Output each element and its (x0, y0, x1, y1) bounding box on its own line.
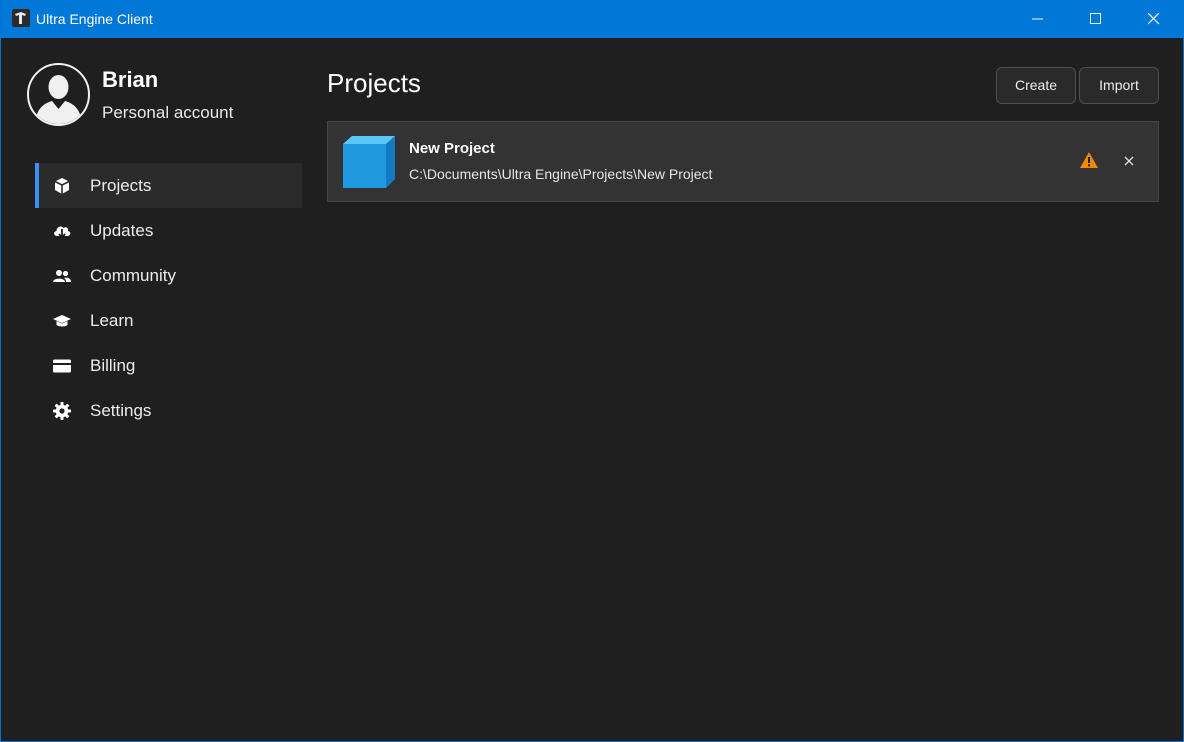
sidebar-item-updates[interactable]: Updates (35, 208, 302, 253)
sidebar-item-label: Billing (90, 356, 136, 375)
sidebar-nav: Projects Updates Community Learn Billing… (35, 163, 302, 433)
title-bar[interactable]: Ultra Engine Client (1, 0, 1184, 38)
sidebar-item-billing[interactable]: Billing (35, 343, 302, 388)
warning-icon[interactable] (1079, 151, 1099, 169)
cube-icon (54, 178, 70, 194)
maximize-button[interactable] (1067, 0, 1125, 38)
sidebar-item-label: Updates (90, 221, 154, 240)
blue-cube-icon (343, 136, 395, 188)
minimize-button[interactable] (1009, 0, 1067, 38)
sidebar-item-learn[interactable]: Learn (35, 298, 302, 343)
people-icon (53, 270, 71, 282)
project-card[interactable]: New Project C:\Documents\Ultra Engine\Pr… (327, 121, 1159, 202)
remove-project-close-icon[interactable] (1120, 152, 1138, 170)
gear-icon (53, 402, 71, 420)
sidebar-item-projects[interactable]: Projects (35, 163, 302, 208)
graduation-cap-icon (53, 315, 71, 327)
app-window: Ultra Engine Client Brian Personal accou… (0, 0, 1184, 742)
sidebar-item-label: Settings (90, 401, 152, 420)
user-name: Brian (102, 67, 159, 92)
maximize-icon (1090, 13, 1101, 24)
window-title: Ultra Engine Client (36, 11, 153, 27)
user-silhouette-icon (35, 75, 82, 124)
close-window-button[interactable] (1125, 0, 1183, 38)
page-title: Projects (327, 68, 421, 98)
close-icon (1148, 13, 1160, 25)
project-path: C:\Documents\Ultra Engine\Projects\New P… (409, 166, 713, 182)
create-button[interactable]: Create (996, 67, 1076, 104)
app-logo-icon (12, 9, 30, 27)
credit-card-icon (53, 359, 71, 373)
sidebar-item-label: Projects (90, 176, 152, 195)
account-type: Personal account (102, 103, 234, 122)
import-button[interactable]: Import (1079, 67, 1159, 104)
avatar[interactable] (27, 63, 90, 126)
sidebar-item-label: Learn (90, 311, 134, 330)
project-name: New Project (409, 140, 495, 157)
sidebar-item-settings[interactable]: Settings (35, 388, 302, 433)
sidebar-item-label: Community (90, 266, 176, 285)
cloud-download-icon (54, 226, 71, 239)
minimize-icon (1032, 18, 1043, 20)
sidebar-item-community[interactable]: Community (35, 253, 302, 298)
